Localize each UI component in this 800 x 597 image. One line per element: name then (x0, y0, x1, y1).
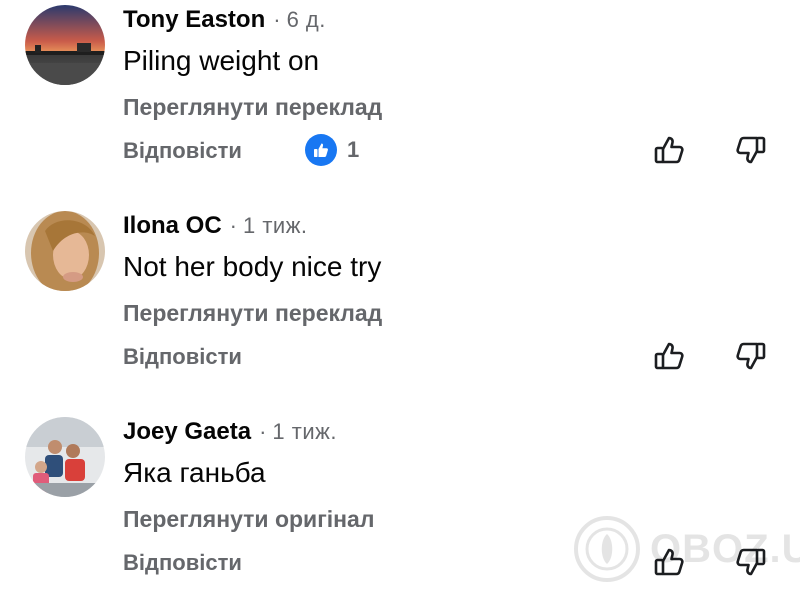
thumbs-up-icon (654, 548, 684, 576)
avatar[interactable] (25, 417, 105, 497)
thumbs-down-icon (736, 548, 766, 576)
comment-text: Piling weight on (123, 45, 320, 76)
thumbs-up-icon (654, 342, 684, 370)
see-translation-link[interactable]: Переглянути переклад (123, 92, 382, 122)
reply-button[interactable]: Відповісти (123, 342, 242, 372)
see-translation-link[interactable]: Переглянути переклад (123, 298, 382, 328)
author-name[interactable]: Ilona OC (123, 212, 222, 239)
separator-dot: · (229, 213, 237, 238)
upvote-button[interactable] (650, 542, 690, 582)
comment-text: Not her body nice try (123, 251, 382, 282)
avatar-image (25, 5, 105, 85)
upvote-button[interactable] (650, 336, 690, 376)
comment-time[interactable]: 1 тиж. (272, 419, 337, 444)
see-original-link[interactable]: Переглянути оригінал (123, 504, 374, 534)
thumbs-down-icon (736, 342, 766, 370)
comment-header: Joey Gaeta · 1 тиж. (123, 416, 337, 448)
like-icon (305, 134, 337, 166)
avatar-image (25, 417, 105, 497)
upvote-button[interactable] (650, 130, 690, 170)
reply-button[interactable]: Відповісти (123, 548, 242, 578)
thumbs-up-icon (654, 136, 684, 164)
avatar-image (25, 211, 105, 291)
avatar[interactable] (25, 5, 105, 85)
downvote-button[interactable] (730, 542, 770, 582)
separator-dot: · (259, 419, 267, 444)
separator-dot: · (273, 7, 281, 32)
comment-item: Ilona OC · 1 тиж. Not her body nice try Пе… (0, 206, 800, 406)
comments-page: Tony Easton · 6 д. Piling weight on Перегл… (0, 0, 800, 597)
comment-text: Яка ганьба (123, 457, 266, 488)
author-name[interactable]: Tony Easton (123, 6, 265, 33)
comment-item: Joey Gaeta · 1 тиж. Яка ганьба Переглянути… (0, 412, 800, 597)
reply-button[interactable]: Відповісти (123, 136, 242, 166)
reaction-count: 1 (347, 137, 360, 162)
reaction-summary[interactable]: 1 (305, 134, 359, 166)
comment-time[interactable]: 1 тиж. (243, 213, 308, 238)
comment-header: Ilona OC · 1 тиж. (123, 210, 308, 242)
comment-header: Tony Easton · 6 д. (123, 4, 326, 36)
author-name[interactable]: Joey Gaeta (123, 418, 251, 445)
comment-item: Tony Easton · 6 д. Piling weight on Перегл… (0, 0, 800, 200)
downvote-button[interactable] (730, 336, 770, 376)
avatar[interactable] (25, 211, 105, 291)
comment-time[interactable]: 6 д. (287, 7, 326, 32)
thumbs-down-icon (736, 136, 766, 164)
downvote-button[interactable] (730, 130, 770, 170)
